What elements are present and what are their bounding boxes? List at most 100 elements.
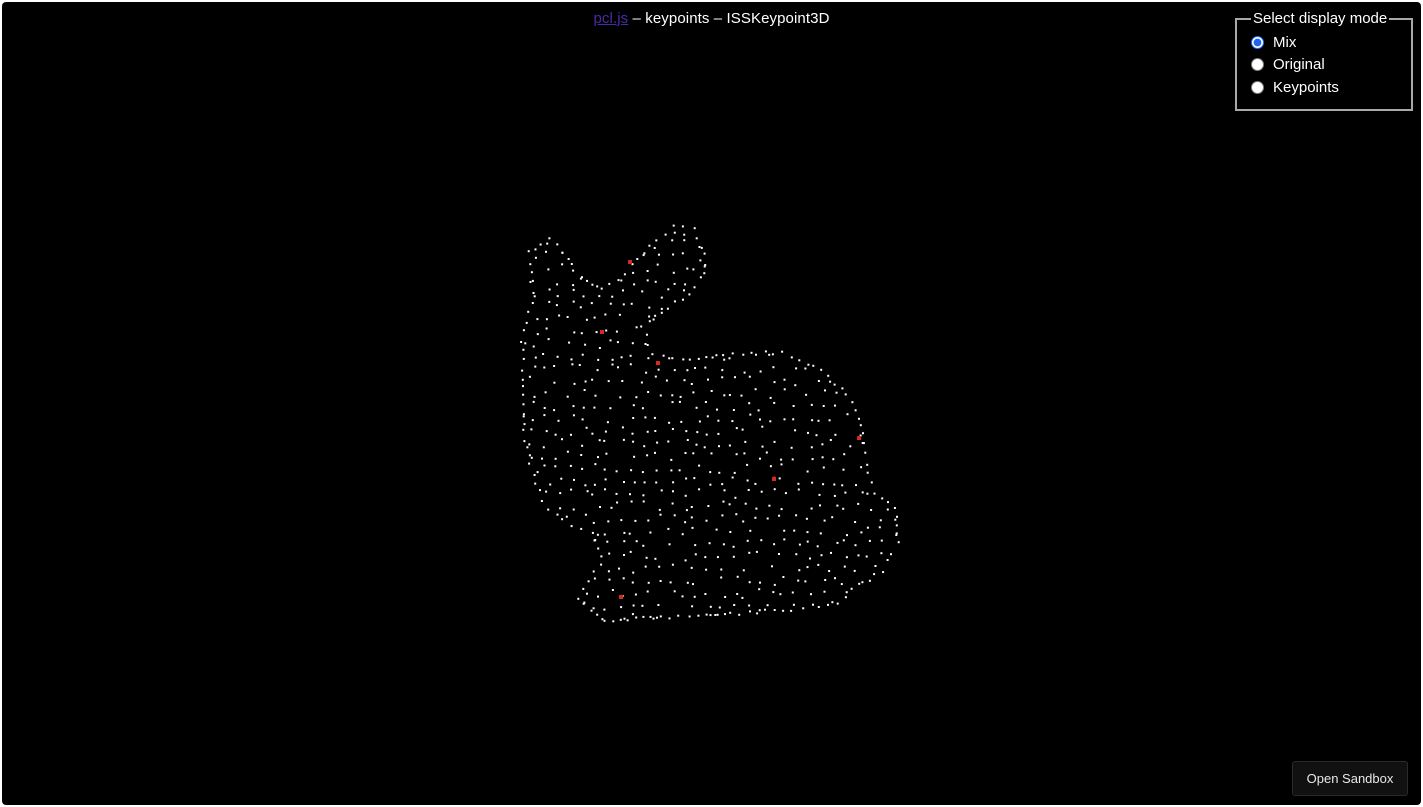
cloud-point — [656, 263, 659, 266]
cloud-point — [817, 563, 820, 566]
cloud-point — [766, 604, 769, 607]
cloud-point — [671, 357, 674, 360]
cloud-point — [733, 604, 736, 606]
cloud-point — [601, 618, 604, 621]
cloud-point — [845, 556, 848, 559]
cloud-point — [660, 296, 663, 299]
mode-radio-keypoints[interactable] — [1251, 80, 1264, 94]
cloud-point — [632, 271, 635, 274]
cloud-point — [521, 378, 524, 381]
cloud-point — [817, 606, 820, 608]
keypoint-marker — [619, 595, 623, 599]
mode-radio-mix[interactable] — [1251, 35, 1264, 49]
cloud-point — [896, 515, 898, 518]
cloud-point — [780, 463, 783, 466]
cloud-point — [728, 503, 731, 506]
cloud-point — [605, 452, 608, 455]
cloud-point — [794, 384, 797, 387]
cloud-point — [595, 331, 598, 334]
cloud-point — [572, 405, 575, 408]
keypoints — [600, 260, 861, 599]
cloud-point — [690, 383, 693, 385]
cloud-point — [846, 534, 848, 537]
cloud-point — [692, 391, 695, 394]
cloud-point — [654, 557, 657, 560]
cloud-point — [609, 339, 612, 342]
cloud-point — [857, 554, 860, 557]
cloud-point — [668, 357, 671, 360]
cloud-point — [771, 565, 773, 568]
open-sandbox-button[interactable]: Open Sandbox — [1292, 761, 1408, 796]
cloud-point — [653, 416, 656, 419]
cloud-point — [741, 596, 744, 599]
cloud-point — [536, 471, 539, 474]
cloud-point — [834, 404, 836, 407]
cloud-point — [862, 442, 865, 445]
cloud-point — [640, 325, 643, 328]
cloud-point — [806, 531, 809, 534]
cloud-point — [773, 381, 776, 384]
cloud-point — [617, 366, 619, 369]
cloud-point — [591, 283, 594, 286]
cloud-point — [790, 446, 793, 449]
cloud-point — [698, 464, 701, 467]
cloud-point — [618, 313, 621, 316]
cloud-point — [807, 431, 809, 434]
cloud-point — [710, 390, 713, 392]
cloud-point — [732, 555, 735, 558]
cloud-point — [792, 418, 795, 421]
cloud-point — [684, 283, 687, 286]
viewer-canvas[interactable]: pcl.js – keypoints – ISSKeypoint3D Selec… — [2, 2, 1421, 805]
cloud-point — [748, 375, 751, 378]
cloud-point — [590, 302, 593, 305]
mode-option-mix[interactable]: Mix — [1251, 31, 1403, 54]
cloud-point — [632, 571, 635, 574]
cloud-point — [700, 246, 703, 249]
cloud-point — [759, 457, 761, 460]
cloud-point — [804, 367, 807, 370]
cloud-point — [605, 329, 608, 332]
cloud-point — [718, 445, 720, 448]
cloud-point — [628, 532, 631, 535]
cloud-point — [887, 501, 889, 504]
cloud-point — [717, 432, 720, 435]
cloud-point — [561, 263, 564, 266]
mode-label-mix: Mix — [1273, 33, 1297, 51]
cloud-point — [532, 400, 535, 403]
cloud-point — [629, 363, 632, 366]
mode-option-keypoints[interactable]: Keypoints — [1251, 76, 1403, 99]
cloud-point — [671, 428, 674, 430]
cloud-point — [533, 395, 536, 398]
cloud-point — [686, 439, 689, 441]
cloud-point — [841, 484, 844, 487]
cloud-point — [521, 369, 524, 372]
cloud-point — [644, 565, 647, 568]
cloud-point — [573, 331, 576, 334]
cloud-point — [823, 519, 826, 522]
cloud-point — [868, 539, 871, 542]
cloud-point — [553, 409, 556, 412]
cloud-point — [656, 616, 658, 619]
cloud-point — [662, 354, 665, 357]
cloud-point — [698, 420, 701, 423]
cloud-point — [723, 489, 726, 492]
cloud-point — [611, 363, 614, 366]
cloud-point — [673, 590, 676, 593]
cloud-point — [641, 471, 644, 474]
keypoint-marker — [656, 361, 660, 365]
cloud-point — [795, 367, 798, 370]
cloud-point — [557, 419, 560, 422]
cloud-point — [842, 507, 845, 510]
cloud-point — [705, 433, 708, 436]
cloud-point — [728, 394, 731, 396]
cloud-point — [795, 553, 798, 556]
display-mode-panel: Select display mode Mix Original Keypoin… — [1235, 10, 1413, 111]
cloud-point — [648, 320, 651, 323]
cloud-point — [724, 613, 726, 616]
cloud-point — [599, 506, 601, 508]
cloud-point — [636, 258, 639, 260]
cloud-point — [640, 381, 643, 384]
mode-option-original[interactable]: Original — [1251, 54, 1403, 77]
cloud-point — [790, 609, 793, 612]
mode-radio-original[interactable] — [1251, 58, 1264, 72]
